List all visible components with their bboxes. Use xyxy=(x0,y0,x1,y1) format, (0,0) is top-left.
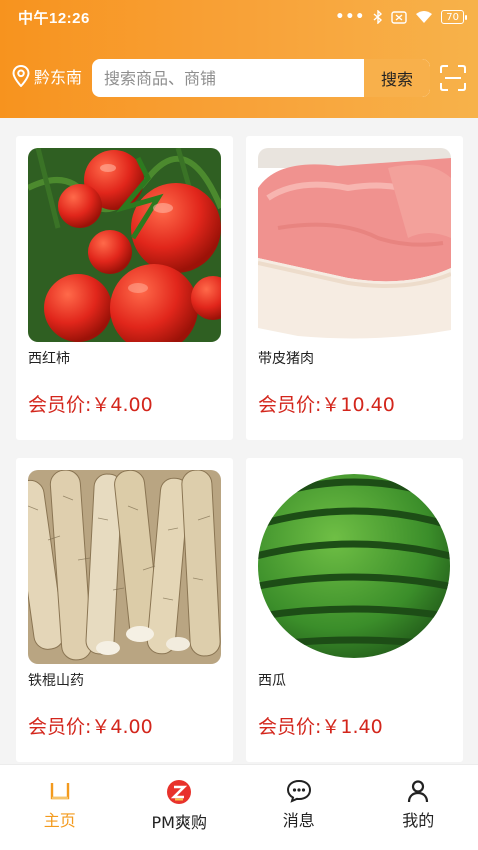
tab-label: 主页 xyxy=(43,811,76,830)
top-header: 中午12:26 ••• 70 黔东南 搜索 xyxy=(0,0,478,118)
message-icon xyxy=(286,779,311,803)
pork-image xyxy=(258,148,451,342)
profile-icon xyxy=(408,780,429,803)
tab-label: 消息 xyxy=(282,811,315,830)
watermelon-image xyxy=(258,470,451,664)
product-name: 带皮猪肉 xyxy=(258,351,314,367)
tab-label: PM爽购 xyxy=(151,813,207,832)
product-price: 会员价:￥4.00 xyxy=(28,716,153,738)
location-pin-icon xyxy=(12,65,30,87)
search-row: 黔东南 搜索 xyxy=(0,56,478,98)
product-price: 会员价:￥4.00 xyxy=(28,394,153,416)
pm-logo-icon xyxy=(167,780,192,804)
product-card[interactable]: 带皮猪肉 会员价:￥10.40 xyxy=(246,136,463,440)
product-name: 西红柿 xyxy=(28,351,70,367)
product-price: 会员价:￥1.40 xyxy=(258,716,383,738)
yam-image xyxy=(28,470,221,664)
search-box: 搜索 xyxy=(92,59,430,97)
search-input[interactable] xyxy=(92,59,364,97)
product-name: 西瓜 xyxy=(258,673,286,689)
location-label: 黔东南 xyxy=(34,68,83,87)
home-icon xyxy=(50,783,69,800)
tab-messages[interactable]: 消息 xyxy=(239,765,359,850)
product-name: 铁棍山药 xyxy=(28,673,84,689)
battery-icon: 70 xyxy=(441,10,467,24)
search-button[interactable]: 搜索 xyxy=(364,59,430,97)
status-icons: ••• 70 xyxy=(335,9,467,25)
more-dots-icon: ••• xyxy=(335,9,366,25)
product-card[interactable]: 西瓜 会员价:￥1.40 xyxy=(246,458,463,762)
tab-pm-shopping[interactable]: PM爽购 xyxy=(120,765,240,850)
product-card[interactable]: 铁棍山药 会员价:￥4.00 xyxy=(16,458,233,762)
bottom-tab-bar: 主页 PM爽购 消息 我的 xyxy=(0,764,478,850)
status-time: 中午12:26 xyxy=(18,9,90,27)
status-bar: 中午12:26 ••• 70 xyxy=(0,0,478,34)
tab-home[interactable]: 主页 xyxy=(0,765,120,850)
scan-icon[interactable] xyxy=(440,65,466,91)
product-card[interactable]: 西红柿 会员价:￥4.00 xyxy=(16,136,233,440)
tab-profile[interactable]: 我的 xyxy=(359,765,478,850)
bluetooth-icon xyxy=(373,10,383,24)
tab-label: 我的 xyxy=(402,811,435,830)
wifi-icon xyxy=(416,10,433,23)
tomato-image xyxy=(28,148,221,342)
location-selector[interactable]: 黔东南 xyxy=(12,64,82,88)
product-price: 会员价:￥10.40 xyxy=(258,394,395,416)
sim-icon xyxy=(391,10,407,24)
